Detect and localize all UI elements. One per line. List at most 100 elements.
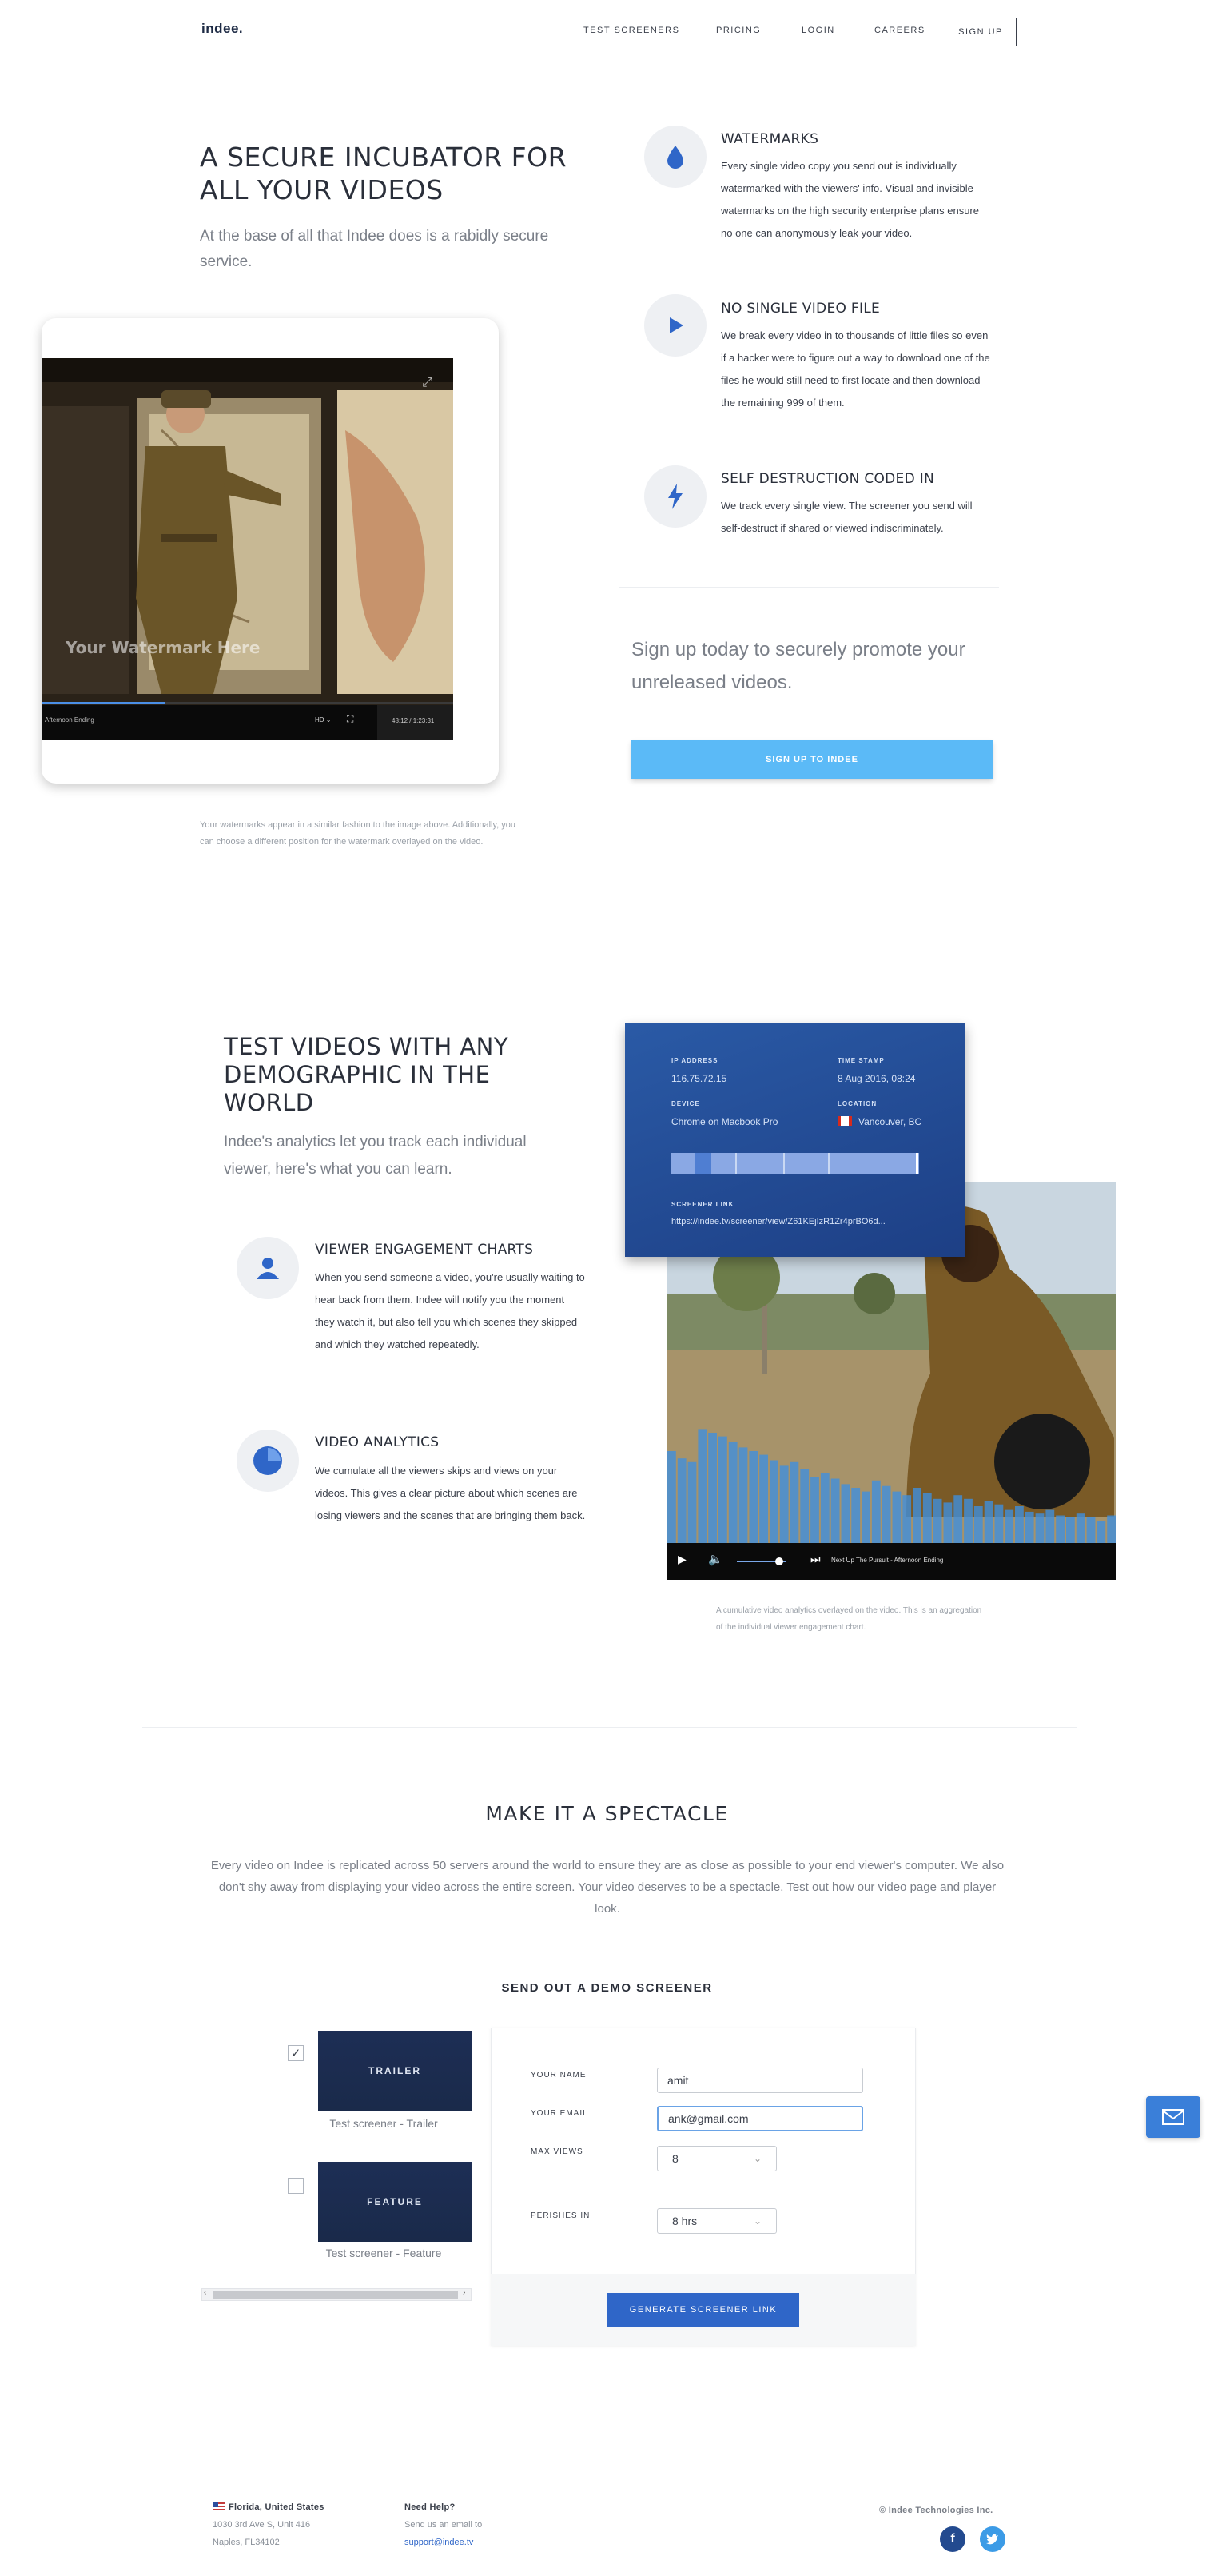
- mail-icon: [1162, 2109, 1184, 2125]
- progress-fill: [42, 702, 165, 704]
- video-analytics-icon-wrap: [237, 1430, 299, 1492]
- engagement-bar: [800, 1469, 810, 1543]
- location-value: Vancouver, BC: [858, 1116, 922, 1127]
- engagement-bar: [913, 1488, 921, 1543]
- footer-address-2: Naples, FL34102: [213, 2538, 280, 2547]
- feature-text-video-analytics: We cumulate all the viewers skips and vi…: [315, 1465, 586, 1521]
- pie-chart-icon: [253, 1446, 282, 1475]
- screener-link-value[interactable]: https://indee.tv/screener/view/Z61KEjIzR…: [671, 1217, 886, 1226]
- feature-text-engagement: When you send someone a video, you're us…: [315, 1271, 585, 1350]
- chevron-down-icon: ⌄: [753, 2153, 762, 2164]
- lightning-icon: [668, 484, 683, 509]
- engagement-bar: [759, 1454, 768, 1543]
- engagement-bar: [687, 1461, 697, 1543]
- engagement-bar: [810, 1477, 819, 1543]
- device-value: Chrome on Macbook Pro: [671, 1116, 778, 1127]
- max-views-value: 8: [672, 2152, 679, 2165]
- generate-screener-link-button[interactable]: GENERATE SCREENER LINK: [607, 2293, 799, 2327]
- perishes-value: 8 hrs: [672, 2215, 698, 2227]
- engagement-bar: [1086, 1517, 1096, 1543]
- next-icon[interactable]: ⏭: [810, 1553, 821, 1566]
- engagement-bar: [820, 1473, 830, 1543]
- demo-screener-title: SEND OUT A DEMO SCREENER: [501, 1981, 713, 1995]
- engagement-bar: [677, 1458, 687, 1543]
- engagement-bar: [1066, 1517, 1075, 1543]
- engagement-bar: [964, 1498, 973, 1543]
- max-views-select[interactable]: 8 ⌄: [657, 2146, 777, 2171]
- nav-test-screeners[interactable]: TEST SCREENERS: [583, 26, 679, 35]
- us-flag-icon: [213, 2502, 225, 2511]
- trailer-checkbox[interactable]: ✓: [288, 2045, 304, 2061]
- feature-video-icon-wrap: [644, 294, 707, 357]
- scroll-left-icon[interactable]: ‹: [204, 2288, 206, 2297]
- engagement-bar: [933, 1498, 942, 1543]
- footer-support-email[interactable]: support@indee.tv: [404, 2538, 473, 2547]
- volume-icon[interactable]: 🔈: [708, 1552, 723, 1566]
- quality-button[interactable]: HD ⌄: [315, 716, 332, 724]
- play-button-icon[interactable]: ▶: [678, 1553, 687, 1566]
- feature-title-watermarks: WATERMARKS: [721, 131, 819, 147]
- feature-checkbox[interactable]: [288, 2178, 304, 2194]
- engagement-bar: [708, 1433, 717, 1543]
- nav-login[interactable]: LOGIN: [802, 26, 835, 35]
- feature-destruct-icon-wrap: [644, 465, 707, 528]
- engagement-bar: [984, 1501, 993, 1543]
- trailer-caption: Test screener - Trailer: [329, 2117, 438, 2130]
- twitter-icon[interactable]: [980, 2526, 1005, 2552]
- play-icon: [670, 317, 683, 333]
- expand-icon[interactable]: ⤢: [422, 376, 432, 390]
- perishes-select[interactable]: 8 hrs ⌄: [657, 2208, 777, 2234]
- engagement-bar: [994, 1504, 1004, 1543]
- engagement-bar: [1076, 1513, 1085, 1543]
- video-preview[interactable]: Your Watermark Here ⤢: [42, 358, 453, 740]
- scrollbar-thumb[interactable]: [213, 2291, 458, 2299]
- viewer-info-card: IP ADDRESS 116.75.72.15 TIME STAMP 8 Aug…: [625, 1023, 965, 1257]
- nav-pricing[interactable]: PRICING: [716, 26, 761, 35]
- facebook-icon[interactable]: f: [940, 2526, 965, 2552]
- video-title-label: Afternoon Ending: [45, 716, 94, 724]
- engagement-bar: [830, 1478, 840, 1543]
- spectacle-body: Every video on Indee is replicated acros…: [210, 1859, 1005, 1916]
- logo[interactable]: indee.: [201, 21, 243, 37]
- canada-flag-icon: [838, 1116, 852, 1126]
- next-up-label: Next Up The Pursuit - Afternoon Ending: [831, 1557, 944, 1564]
- watermark-caption: Your watermarks appear in a similar fash…: [200, 820, 515, 847]
- engagement-bar: [1107, 1515, 1116, 1543]
- trailer-thumbnail[interactable]: TRAILER: [318, 2031, 472, 2111]
- security-title: A SECURE INCUBATOR FOR ALL YOUR VIDEOS: [200, 142, 567, 205]
- max-views-label: MAX VIEWS: [531, 2147, 583, 2156]
- engagement-timeline: [671, 1153, 919, 1174]
- perishes-label: PERISHES IN: [531, 2211, 591, 2220]
- scroll-right-icon[interactable]: ›: [463, 2288, 465, 2297]
- engagement-bar: [728, 1442, 738, 1543]
- analytics-title: TEST VIDEOS WITH ANY DEMOGRAPHIC IN THE …: [224, 1033, 509, 1116]
- name-label: YOUR NAME: [531, 2071, 587, 2080]
- nav-careers[interactable]: CAREERS: [874, 26, 925, 35]
- engagement-bar: [953, 1495, 963, 1543]
- volume-handle[interactable]: [775, 1557, 783, 1565]
- engagement-bar: [902, 1495, 912, 1543]
- progress-track[interactable]: [42, 702, 453, 704]
- feature-watermark-icon-wrap: [644, 126, 707, 188]
- feature-thumbnail[interactable]: FEATURE: [318, 2162, 472, 2242]
- signup-to-indee-button[interactable]: SIGN UP TO INDEE: [631, 740, 993, 779]
- analytics-lead: Indee's analytics let you track each ind…: [224, 1134, 527, 1178]
- engagement-bar: [738, 1447, 748, 1543]
- contact-mail-button[interactable]: [1146, 2096, 1200, 2138]
- engagement-bar: [882, 1485, 891, 1543]
- signup-button[interactable]: SIGN UP: [945, 18, 1017, 46]
- fullscreen-icon[interactable]: ⛶: [347, 713, 353, 725]
- engagement-bar: [1025, 1511, 1034, 1543]
- footer-copyright: © Indee Technologies Inc.: [879, 2506, 993, 2515]
- engagement-chart-overlay: [667, 1429, 1116, 1543]
- email-input[interactable]: ank@gmail.com: [657, 2106, 863, 2131]
- chevron-down-icon: ⌄: [753, 2215, 762, 2227]
- email-label: YOUR EMAIL: [531, 2109, 588, 2118]
- watermark-text: Your Watermark Here: [66, 638, 261, 657]
- engagement-bar: [1045, 1509, 1055, 1543]
- video-time: 48:12 / 1:23:31: [392, 717, 435, 724]
- name-input[interactable]: amit: [657, 2068, 863, 2093]
- location-label: LOCATION: [838, 1100, 878, 1107]
- thumbnail-scrollbar[interactable]: ‹ ›: [201, 2288, 472, 2301]
- engagement-bar: [667, 1451, 676, 1543]
